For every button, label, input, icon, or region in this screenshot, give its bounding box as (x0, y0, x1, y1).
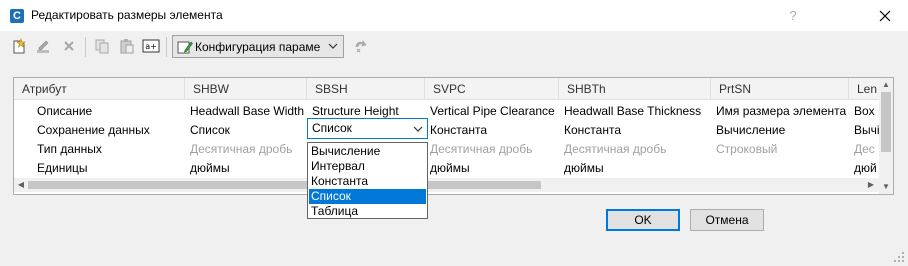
column-header[interactable]: SHBW (185, 78, 307, 100)
refresh-icon[interactable] (352, 37, 370, 55)
title-bar: C Редактировать размеры элемента ? (0, 0, 908, 31)
app-icon: C (10, 9, 24, 23)
table-cell[interactable]: Headwall Base Thickness (559, 102, 711, 121)
row-label: Тип данных (37, 142, 102, 156)
chevron-down-icon (412, 123, 424, 138)
new-icon[interactable] (10, 37, 28, 55)
table-cell[interactable]: Список (185, 121, 307, 140)
column-header[interactable]: SVPC (425, 78, 559, 100)
grid-header: Атрибут SHBW SBSH SVPC SHBTh PrtSN Len (14, 78, 879, 100)
delete-icon[interactable] (60, 37, 78, 55)
table-cell[interactable]: Vertical Pipe Clearance (425, 102, 559, 121)
table-cell[interactable]: Дес (849, 140, 879, 159)
scroll-up-icon[interactable]: ▲ (881, 80, 891, 90)
table-row: Описание Headwall Base Width Structure H… (14, 102, 879, 121)
table-cell[interactable]: Box (849, 102, 879, 121)
vertical-scrollbar[interactable]: ▲ ▼ (879, 78, 893, 194)
config-combo[interactable]: Конфигурация параме (172, 35, 344, 58)
table-cell[interactable]: Имя размера элемента (711, 102, 849, 121)
scroll-left-icon[interactable]: ◀ (16, 180, 26, 190)
table-cell[interactable]: Константа (425, 121, 559, 140)
resize-grip-icon[interactable] (893, 251, 905, 263)
column-header[interactable]: PrtSN (711, 78, 849, 100)
attributes-grid[interactable]: Атрибут SHBW SBSH SVPC SHBTh PrtSN Len О… (13, 77, 894, 195)
table-cell[interactable]: Десятичная дробь (559, 140, 711, 159)
table-cell[interactable]: Десятичная дробь (425, 140, 559, 159)
storage-combo[interactable]: Список (307, 118, 428, 139)
dropdown-option-selected[interactable]: Список (309, 189, 426, 204)
config-icon (177, 39, 193, 58)
table-cell[interactable]: Headwall Base Width (185, 102, 307, 121)
config-combo-label: Конфигурация параме (195, 40, 321, 54)
help-button[interactable]: ? (770, 0, 816, 31)
dropdown-option[interactable]: Константа (309, 174, 426, 189)
table-cell[interactable]: дюймы (425, 159, 559, 178)
dropdown-option[interactable]: Таблица (309, 204, 426, 219)
vertical-scrollbar-thumb[interactable] (881, 92, 891, 152)
toolbar: a+ Конфигурация параме (0, 31, 908, 61)
row-label: Сохранение данных (37, 123, 150, 137)
paste-icon[interactable] (118, 37, 136, 55)
column-header[interactable]: Len (849, 78, 879, 100)
svg-text:a+: a+ (145, 42, 157, 51)
toolbar-separator (166, 37, 167, 57)
close-icon (879, 10, 891, 21)
ok-button[interactable]: OK (606, 209, 680, 231)
table-cell[interactable]: Константа (559, 121, 711, 140)
table-cell[interactable]: дюймы (559, 159, 711, 178)
table-cell[interactable]: дюймы (185, 159, 307, 178)
column-header[interactable]: SHBTh (559, 78, 711, 100)
table-cell[interactable]: Вычисление (711, 121, 849, 140)
close-button[interactable] (862, 0, 908, 31)
row-label: Единицы (37, 161, 88, 175)
edit-icon[interactable] (34, 37, 52, 55)
toolbar-separator (85, 37, 86, 57)
table-row: Единицы дюймы дюймы дюймы дюй (14, 159, 879, 178)
storage-combo-value: Список (312, 121, 352, 135)
table-row: Тип данных Десятичная дробь Десятичная д… (14, 140, 879, 159)
chevron-down-icon (327, 39, 339, 56)
dropdown-option[interactable]: Вычисление (309, 144, 426, 159)
row-label: Описание (37, 104, 93, 118)
column-header[interactable]: SBSH (307, 78, 425, 100)
storage-dropdown-list: Вычисление Интервал Константа Список Таб… (307, 142, 428, 219)
scroll-right-icon[interactable]: ▶ (866, 180, 876, 190)
horizontal-scrollbar[interactable]: ◀ ▶ (14, 178, 879, 192)
column-header[interactable]: Атрибут (14, 78, 185, 100)
table-cell[interactable]: дюй (849, 159, 879, 178)
table-row: Сохранение данных Список Константа Конст… (14, 121, 879, 140)
window-title: Редактировать размеры элемента (31, 8, 223, 22)
rename-icon[interactable]: a+ (142, 37, 160, 55)
table-cell[interactable]: Строковый (711, 140, 849, 159)
scroll-down-icon[interactable]: ▼ (881, 182, 891, 192)
dropdown-option[interactable]: Интервал (309, 159, 426, 174)
cancel-button[interactable]: Отмена (690, 209, 764, 231)
horizontal-scrollbar-thumb[interactable] (28, 181, 541, 189)
table-cell[interactable]: Десятичная дробь (185, 140, 307, 159)
table-cell[interactable]: Вычі (849, 121, 879, 140)
copy-icon[interactable] (93, 37, 111, 55)
